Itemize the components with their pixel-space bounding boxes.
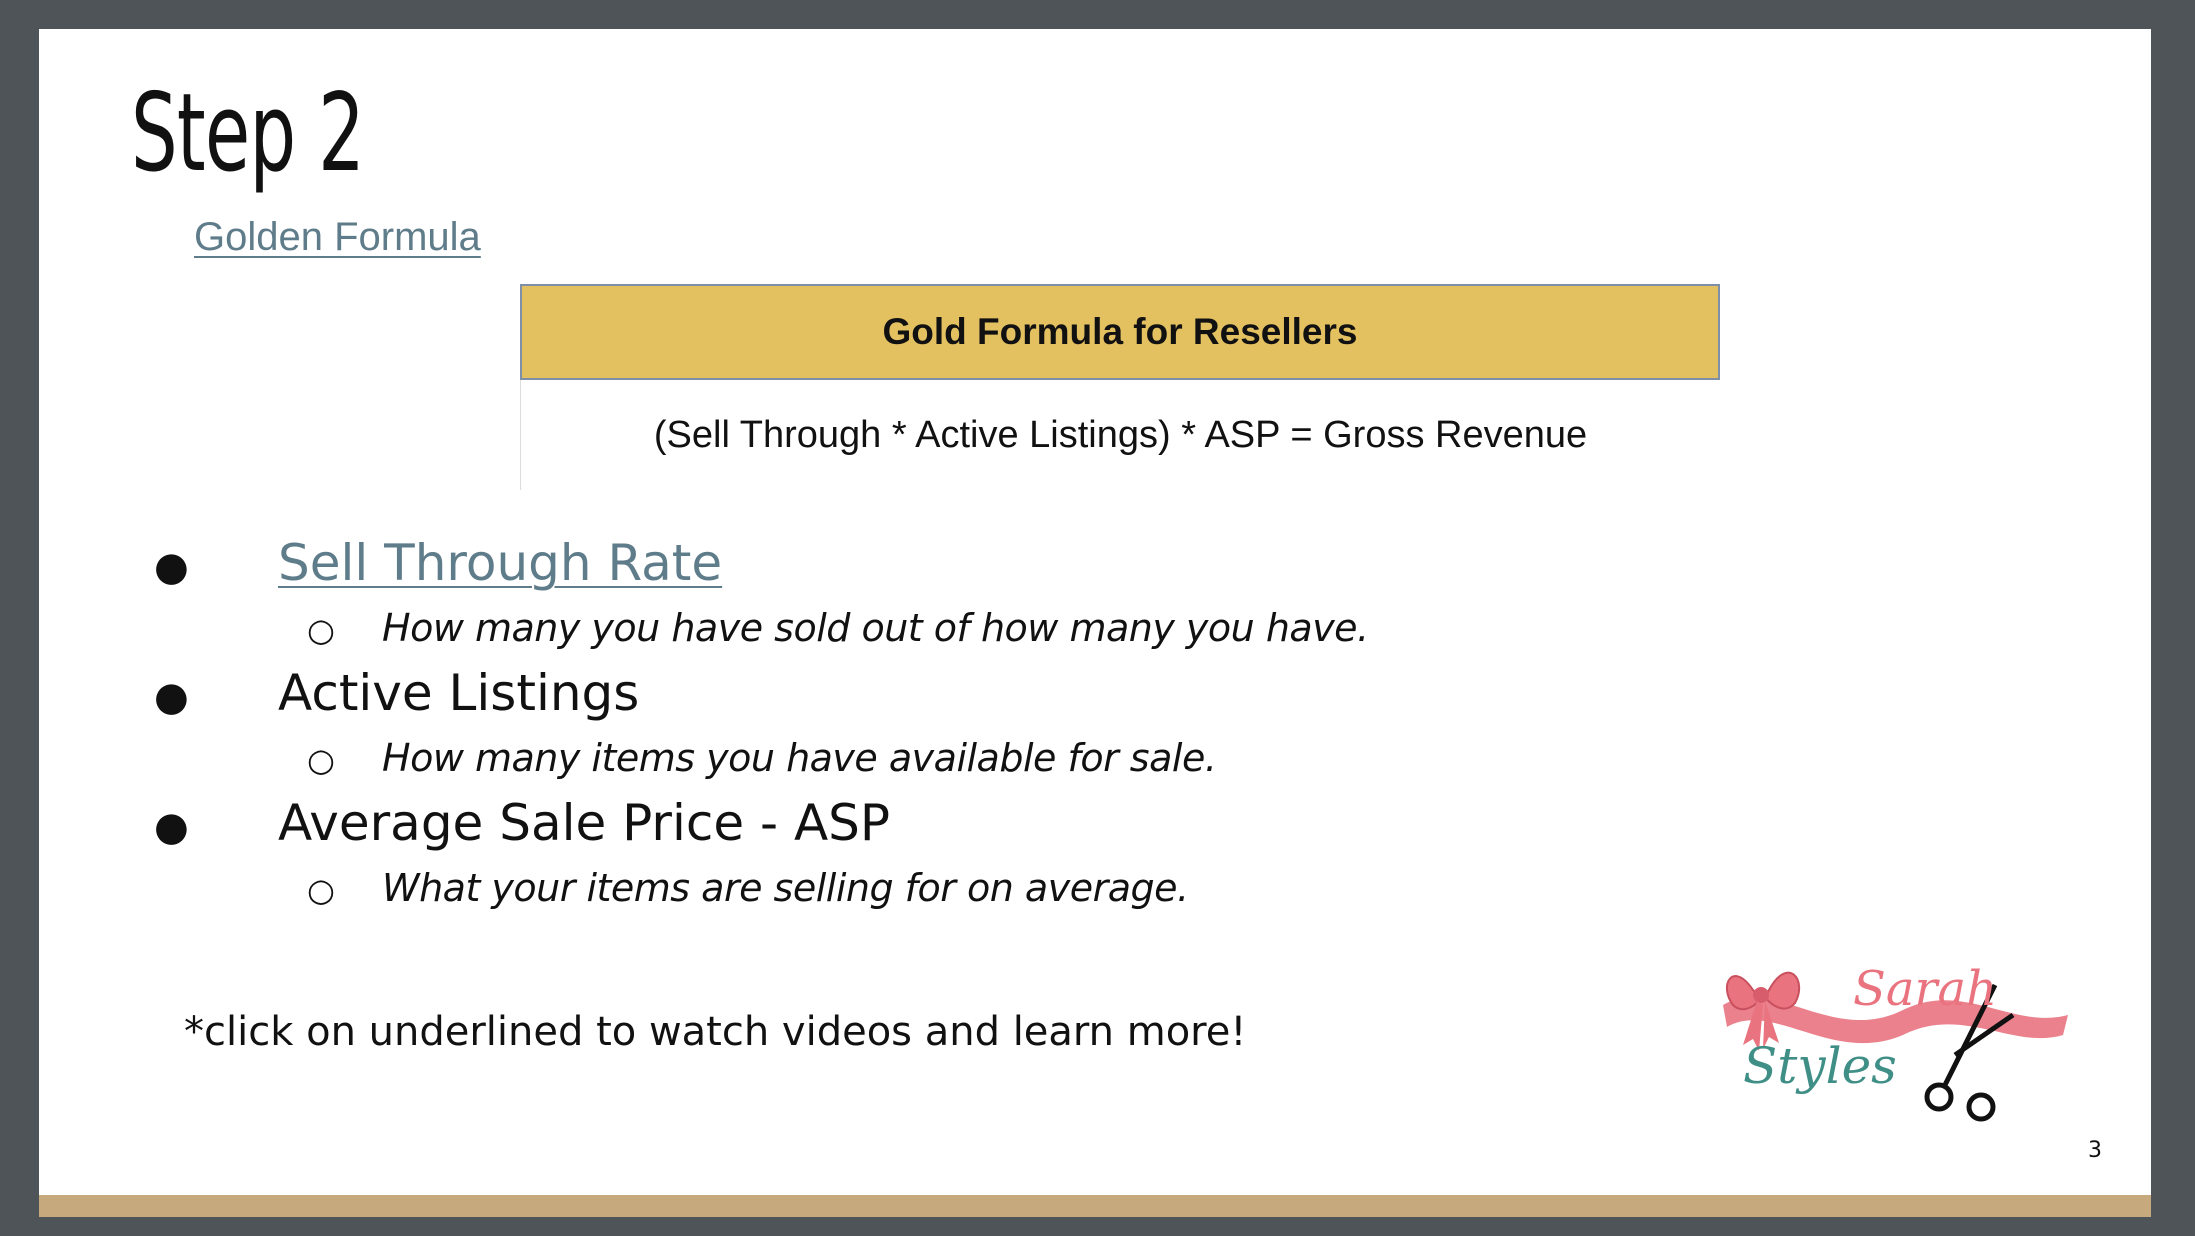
sub-bullet-item: ○ How many you have sold out of how many… (154, 606, 1369, 664)
bullet-dot-icon: ● (154, 804, 189, 850)
sub-bullet-text: What your items are selling for on avera… (382, 866, 1189, 910)
slide: Step 2 Golden Formula Gold Formula for R… (39, 29, 2151, 1217)
slide-title: Step 2 (131, 71, 365, 196)
bullet-item: ● Sell Through Rate (154, 534, 1369, 606)
sub-bullet-text: How many you have sold out of how many y… (382, 606, 1369, 650)
golden-formula-link[interactable]: Golden Formula (194, 215, 481, 260)
formula-table: Gold Formula for Resellers (Sell Through… (520, 284, 1720, 490)
page-number: 3 (2088, 1138, 2102, 1163)
footnote: *click on underlined to watch videos and… (184, 1009, 1247, 1055)
bullet-circle-icon: ○ (307, 611, 335, 649)
bottom-bar (39, 1195, 2151, 1217)
bullet-label: Average Sale Price - ASP (278, 794, 891, 852)
bullet-circle-icon: ○ (307, 741, 335, 779)
bullet-item: ● Active Listings (154, 664, 1369, 736)
sub-bullet-item: ○ How many items you have available for … (154, 736, 1369, 794)
logo-line1: Sarah (1853, 961, 1997, 1017)
sell-through-rate-link[interactable]: Sell Through Rate (278, 534, 722, 592)
logo-line2: Styles (1743, 1037, 1897, 1095)
sub-bullet-item: ○ What your items are selling for on ave… (154, 866, 1369, 924)
bullet-circle-icon: ○ (307, 871, 335, 909)
table-formula: (Sell Through * Active Listings) * ASP =… (520, 380, 1720, 490)
table-header: Gold Formula for Resellers (520, 284, 1720, 380)
bullet-dot-icon: ● (154, 544, 189, 590)
sub-bullet-text: How many items you have available for sa… (382, 736, 1217, 780)
bullet-list: ● Sell Through Rate ○ How many you have … (154, 534, 1369, 924)
bullet-label: Active Listings (278, 664, 640, 722)
bullet-dot-icon: ● (154, 674, 189, 720)
sarah-styles-logo: Sarah Styles (1723, 961, 2068, 1122)
bullet-item: ● Average Sale Price - ASP (154, 794, 1369, 866)
